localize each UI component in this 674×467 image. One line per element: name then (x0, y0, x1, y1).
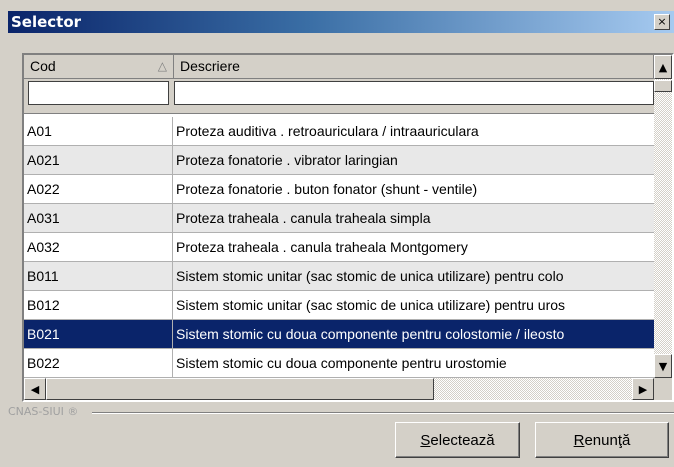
cell-cod: A021 (27, 152, 60, 168)
column-header-cod-label: Cod (30, 58, 56, 74)
cell-cod: B012 (27, 297, 60, 313)
title-bar: Selector × (8, 11, 674, 33)
cell-cod: A032 (27, 239, 60, 255)
column-header-cod[interactable]: Cod △ (24, 55, 174, 79)
cancel-button-label: enunţă (584, 431, 631, 449)
table-row[interactable]: A021 Proteza fonatorie . vibrator laringi… (24, 146, 654, 175)
scroll-right-icon[interactable]: ▶ (632, 378, 654, 400)
scroll-left-icon[interactable]: ◀ (24, 378, 46, 400)
table-row[interactable]: A01 Proteza auditiva . retroauriculara / … (24, 117, 654, 146)
table-row[interactable]: A031 Proteza traheala . canula traheala s… (24, 204, 654, 233)
cell-descriere: Proteza auditiva . retroauriculara / int… (176, 123, 479, 139)
column-header-descriere-label: Descriere (180, 58, 240, 74)
vertical-scroll-thumb[interactable] (654, 80, 672, 92)
cell-cod: A022 (27, 181, 60, 197)
scroll-corner (654, 378, 672, 400)
brand-label: CNAS-SIUI ® (8, 405, 79, 418)
sort-ascending-icon: △ (157, 59, 167, 73)
horizontal-scrollbar[interactable]: ◀ ▶ (24, 378, 654, 400)
cell-descriere: Sistem stomic unitar (sac stomic de unic… (176, 297, 566, 313)
cell-descriere: Proteza fonatorie . buton fonator (shunt… (176, 181, 478, 197)
window-title: Selector (11, 13, 82, 31)
selector-grid: Cod △ Descriere A01 Proteza auditiva . re… (22, 53, 674, 402)
column-header-descriere[interactable]: Descriere (174, 55, 654, 79)
select-button-label: electează (430, 431, 495, 449)
cell-cod: B021 (27, 326, 60, 342)
table-row[interactable]: B022 Sistem stomic cu doua componente pen… (24, 349, 654, 378)
close-icon[interactable]: × (654, 14, 670, 30)
cell-cod: A031 (27, 210, 60, 226)
select-button[interactable]: Selectează (395, 422, 520, 458)
table-body: A01 Proteza auditiva . retroauriculara / … (24, 117, 654, 378)
cell-descriere: Proteza traheala . canula traheala simpl… (176, 210, 431, 226)
table-row[interactable]: A032 Proteza traheala . canula traheala M… (24, 233, 654, 262)
filter-descriere-input[interactable] (174, 81, 654, 105)
cancel-button-mnemonic: R (573, 431, 585, 449)
table-row[interactable]: B011 Sistem stomic unitar (sac stomic de … (24, 262, 654, 291)
cell-descriere: Sistem stomic cu doua componente pentru … (176, 326, 565, 342)
filter-cod-input[interactable] (28, 81, 169, 105)
horizontal-scroll-thumb[interactable] (46, 378, 434, 400)
footer-divider (92, 412, 674, 414)
cell-descriere: Sistem stomic unitar (sac stomic de unic… (176, 268, 564, 284)
cancel-button[interactable]: Renunţă (535, 422, 669, 458)
column-divider (172, 117, 173, 377)
scroll-down-icon[interactable]: ▼ (654, 354, 672, 378)
select-button-mnemonic: S (420, 431, 431, 449)
vertical-scrollbar[interactable]: ▲ ▼ (654, 55, 672, 378)
cell-cod: B022 (27, 355, 60, 371)
cell-descriere: Proteza fonatorie . vibrator laringian (176, 152, 398, 168)
cell-cod: A01 (27, 123, 52, 139)
cell-descriere: Proteza traheala . canula traheala Montg… (176, 239, 468, 255)
table-row[interactable]: A022 Proteza fonatorie . buton fonator (s… (24, 175, 654, 204)
table-row[interactable]: B021 Sistem stomic cu doua componente pen… (24, 320, 654, 349)
cell-cod: B011 (27, 268, 59, 284)
filter-row (24, 79, 654, 114)
cell-descriere: Sistem stomic cu doua componente pentru … (176, 355, 507, 371)
scroll-up-icon[interactable]: ▲ (654, 55, 672, 79)
table-row[interactable]: B012 Sistem stomic unitar (sac stomic de … (24, 291, 654, 320)
